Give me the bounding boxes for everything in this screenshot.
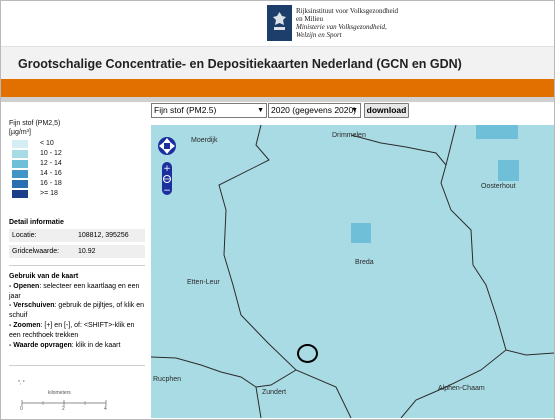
legend-swatch <box>12 190 28 198</box>
legend-swatch <box>12 180 28 188</box>
legend-swatch <box>12 160 28 168</box>
place-label: Breda <box>355 259 374 266</box>
rijksoverheid-logo <box>267 5 292 41</box>
place-label: Etten-Leur <box>187 279 220 286</box>
zoom-world-icon[interactable] <box>162 174 172 184</box>
legend-title: Fijn stof (PM2,5) <box>9 120 61 127</box>
location-marker <box>297 344 318 363</box>
location-value: 108812, 395256 <box>78 232 129 239</box>
organization-name: Rijksinstituut voor Volksgezondheid en M… <box>296 7 399 39</box>
title-bar: Grootschalige Concentratie- en Depositie… <box>1 46 554 80</box>
legend: Fijn stof (PM2,5) [µg/m³] < 10 10 - 12 1… <box>9 119 149 198</box>
scale-bar: *, * kilometers 0 2 4 <box>18 378 110 414</box>
header: Rijksinstituut voor Volksgezondheid en M… <box>1 1 554 46</box>
zoom-out-button[interactable] <box>162 185 172 195</box>
chevron-down-icon: ▼ <box>351 107 358 114</box>
gridcell-row: Gridcelwaarde: 10.92 <box>9 245 145 258</box>
component-select[interactable]: Fijn stof (PM2.5) ▼ <box>151 103 267 118</box>
map-canvas[interactable]: Moerdijk Drimmelen Oosterhout Breda Ette… <box>151 125 554 418</box>
place-label: Drimmelen <box>332 132 366 139</box>
scale-tick-label: 2 <box>62 406 65 412</box>
divider <box>9 365 145 366</box>
legend-swatch <box>12 170 28 178</box>
scale-tick-label: 4 <box>104 406 107 412</box>
legend-unit: [µg/m³] <box>9 129 31 136</box>
scale-tick-label: 0 <box>20 406 23 412</box>
usage-instructions: Gebruik van de kaart - Openen: selecteer… <box>9 273 145 349</box>
pan-arrows-icon[interactable] <box>156 135 178 157</box>
page-title: Grootschalige Concentratie- en Depositie… <box>18 57 462 71</box>
download-button[interactable]: download <box>364 103 409 118</box>
separator-band <box>1 97 554 102</box>
map-navigation-control: + − <box>156 135 178 199</box>
place-label: Alphen-Chaam <box>438 385 485 392</box>
chevron-down-icon: ▼ <box>257 107 264 114</box>
detail-heading: Detail informatie <box>9 219 64 226</box>
divider <box>9 265 145 266</box>
scale-unit: kilometers <box>48 390 71 396</box>
legend-swatch <box>12 150 28 158</box>
zoom-in-button[interactable] <box>162 163 172 173</box>
place-label: Zundert <box>262 389 287 396</box>
svg-text:*, *: *, * <box>18 380 25 386</box>
legend-swatch <box>12 140 28 148</box>
year-select[interactable]: 2020 (gegevens 2020) ▼ <box>268 103 361 118</box>
location-row: Locatie: 108812, 395256 <box>9 229 145 242</box>
gridcell-value: 10.92 <box>78 248 96 255</box>
orange-banner <box>1 79 554 97</box>
place-label: Moerdijk <box>191 137 218 144</box>
place-label: Rucphen <box>153 376 182 383</box>
municipal-boundaries <box>151 125 554 418</box>
place-label: Oosterhout <box>481 183 516 190</box>
